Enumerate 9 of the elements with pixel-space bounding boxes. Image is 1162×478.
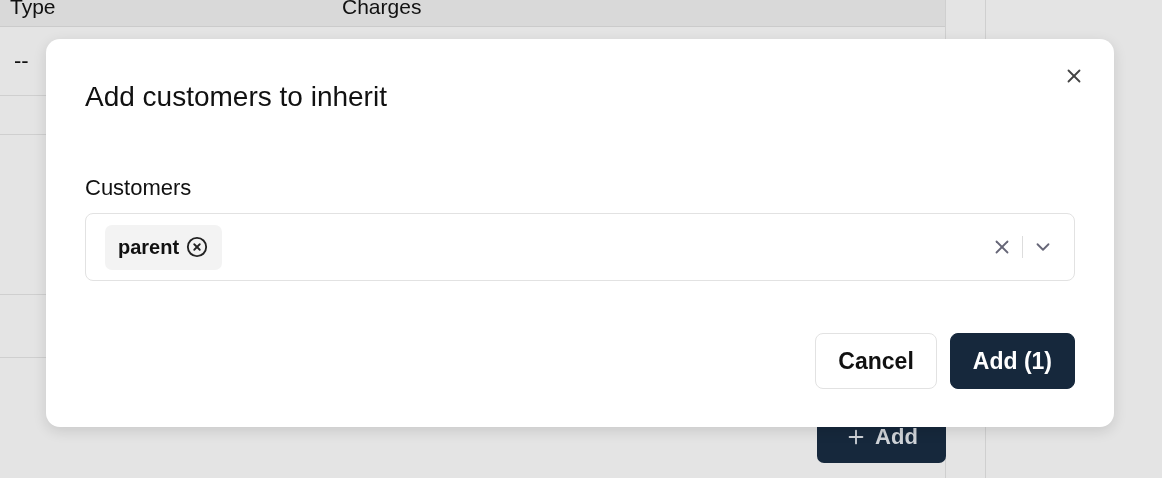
table-cell-text: -- [13,48,29,74]
cancel-button[interactable]: Cancel [815,333,937,389]
remove-tag-icon[interactable] [186,236,209,258]
dialog-title: Add customers to inherit [85,81,388,113]
confirm-button[interactable]: Add (1) [949,333,1075,389]
column-header: Type [9,0,57,19]
tag-label: parent [118,235,180,259]
customer-select-field[interactable]: parent [85,213,1075,281]
field-label: Customers [85,175,193,201]
